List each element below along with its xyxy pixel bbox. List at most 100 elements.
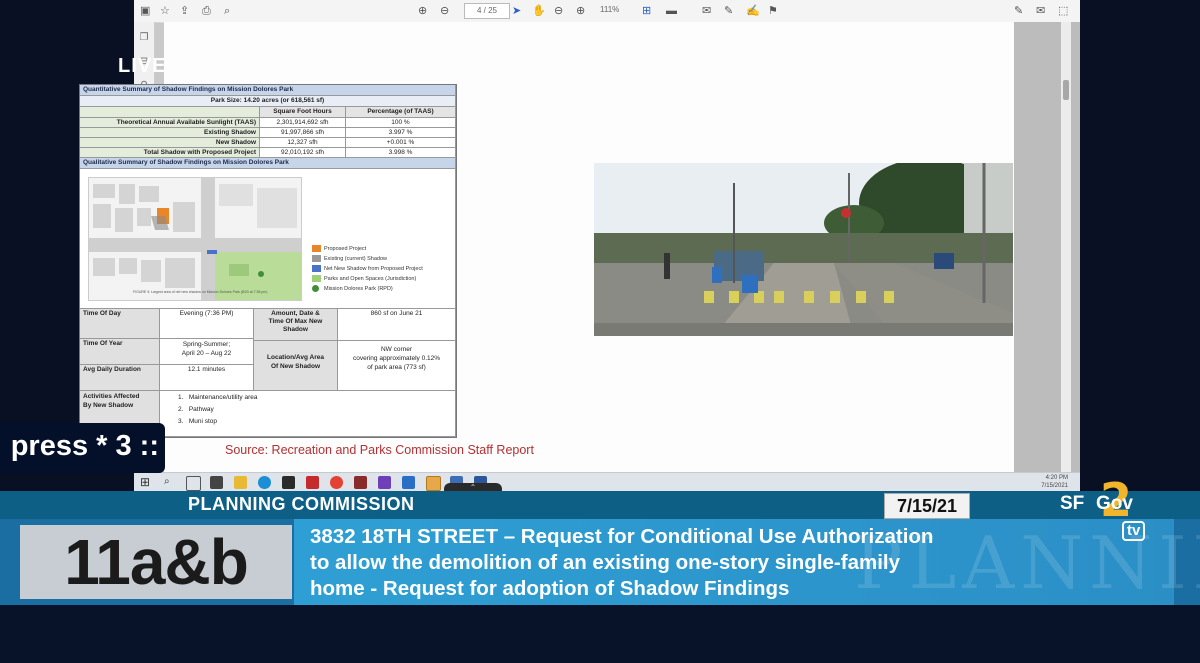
print-icon[interactable]: ⎙ [202,3,211,19]
street-photo [594,163,1013,336]
sfgovtv-logo: SF 2 Gov tv [1060,473,1180,551]
legend-swatch [312,285,319,292]
page-down-icon[interactable]: ⊖ [440,3,449,19]
location-value: NW corner covering approximately 0.12% of … [338,341,456,391]
row-sfh: 91,997,866 sfh [260,128,346,138]
zoom-out-icon[interactable]: ⊖ [554,3,563,19]
logo-sf: SF [1060,493,1085,514]
app-icon-2[interactable] [378,476,391,489]
taskbar-clock: 4:20 PM 7/15/2021 [1041,475,1068,489]
col-pct: Percentage (of TAAS) [346,107,456,118]
activities-list: 1. Maintenance/utility area 2. Pathway 3… [160,391,456,437]
activity-item: 2. Pathway [178,406,214,413]
row-label: Existing Shadow [80,128,260,138]
phone-ticker: press * 3 :: [0,423,165,473]
search-icon[interactable]: ⌕ [224,3,230,19]
app-icon-1[interactable] [354,476,367,489]
row-pct: 100 % [346,118,456,128]
hand-tool-icon[interactable]: ✋ [532,3,546,19]
windows-taskbar: ⊞ ⌕ 4:20 PM 7/15/2021 [134,472,1080,491]
legend-item: Net New Shadow from Proposed Project [312,265,423,275]
description-line-1: 3832 18TH STREET – Request for Condition… [310,525,934,548]
pen-icon[interactable]: ✎ [724,3,733,19]
lower-third-bottom-band [0,605,1200,663]
fit-page-icon[interactable]: ⊞ [642,3,651,19]
sign-icon[interactable]: ✍ [746,3,760,19]
taskbar-search-icon[interactable]: ⌕ [164,476,177,489]
legend-swatch [312,245,321,252]
col-sfh: Square Foot Hours [260,107,346,118]
time-of-day-label: Time Of Day [80,309,160,339]
bookmark-star-icon[interactable]: ☆ [160,3,170,19]
activity-item: 1. Maintenance/utility area [178,394,258,401]
legend-item: Parks and Open Spaces (Jurisdiction) [312,275,423,285]
duration-label: Avg Daily Duration [80,365,160,391]
edit-icon[interactable]: ✎ [1014,3,1023,19]
legend-swatch [312,255,321,262]
store-icon[interactable] [282,476,295,489]
amount-value: 860 sf on June 21 [338,309,456,341]
source-citation: Source: Recreation and Parks Commission … [225,443,534,457]
acrobat-icon[interactable] [306,476,319,489]
description-line-3: home - Request for adoption of Shadow Fi… [310,577,790,600]
time-of-year-label: Time Of Year [80,339,160,365]
amount-label: Amount, Date & Time Of Max New Shadow [254,309,338,341]
agenda-item-number: 11a&b [20,525,292,599]
row-pct: 3.998 % [346,148,456,158]
quant-title: Quantitative Summary of Shadow Findings … [80,85,456,96]
legend-swatch [312,275,321,282]
row-sfh: 12,327 sfh [260,138,346,148]
page-up-icon[interactable]: ⊕ [418,3,427,19]
select-cursor-icon[interactable]: ➤ [512,3,521,19]
zoom-level-select[interactable]: 111% [600,3,638,17]
duration-value: 12.1 minutes [160,365,254,391]
calculator-icon[interactable] [210,476,223,489]
row-label: Total Shadow with Proposed Project [80,148,260,158]
logo-tv: tv [1122,521,1146,541]
map-caption: FIGURE 9: Largest area of net new shadow… [133,290,268,294]
comment-icon[interactable]: ✉ [702,3,711,19]
live-indicator: LIVE [118,55,167,77]
row-pct: 3.997 % [346,128,456,138]
start-menu-icon[interactable]: ⊞ [140,476,150,489]
shadow-map: FIGURE 9: Largest area of net new shadow… [88,177,302,301]
active-app-icon[interactable] [426,476,441,491]
zoom-in-icon[interactable]: ⊕ [576,3,585,19]
stamp-icon[interactable]: ⚑ [768,3,778,19]
chrome-browser-icon[interactable] [330,476,343,489]
shadow-summary-table: Quantitative Summary of Shadow Findings … [79,84,457,438]
scrollbar-thumb[interactable] [1063,80,1069,100]
lower-third-top-band: PLANNING COMMISSION 7/15/21 [0,491,1200,519]
qual-title: Qualitative Summary of Shadow Findings o… [80,158,456,169]
page-number-field[interactable]: 4 / 25 [464,3,510,19]
legend-swatch [312,265,321,272]
pages-panel-icon[interactable]: ❐ [138,32,150,44]
legend-item: Existing (current) Shadow [312,255,423,265]
edge-browser-icon[interactable] [258,476,271,489]
mail-icon[interactable]: ✉ [1036,3,1045,19]
meeting-date: 7/15/21 [884,493,970,519]
description-line-2: to allow the demolition of an existing o… [310,551,901,574]
save-icon[interactable]: ▣ [140,3,150,19]
row-label: Theoretical Annual Available Sunlight (T… [80,118,260,128]
time-of-year-value: Spring-Summer; April 20 – Aug 22 [160,339,254,365]
agenda-description: PLANNING COMMISSION 3832 18TH STREET – R… [294,519,1200,605]
share-icon[interactable]: ⬚ [1058,3,1068,19]
outlook-icon[interactable] [402,476,415,489]
broadcast-lower-third: PLANNING COMMISSION 7/15/21 11a&b PLANNI… [0,473,1200,663]
map-legend: Proposed Project Existing (current) Shad… [312,245,423,295]
header-empty [80,107,260,118]
legend-item: Proposed Project [312,245,423,255]
time-of-day-value: Evening (7:36 PM) [160,309,254,339]
activity-item: 3. Muni stop [178,418,218,425]
row-sfh: 92,010,192 sfh [260,148,346,158]
viewer-toolbar: ▣ ☆ ⇪ ⎙ ⌕ ⊕ ⊖ 4 / 25 ➤ ✋ ⊖ ⊕ 111% ⊞ ▬ ✉ … [134,0,1080,23]
upload-icon[interactable]: ⇪ [180,3,189,19]
legend-item: Mission Dolores Park (RPD) [312,285,423,295]
location-label: Location/Avg Area Of New Shadow [254,341,338,391]
file-explorer-icon[interactable] [234,476,247,489]
task-view-icon[interactable] [186,476,201,491]
row-sfh: 2,301,914,692 sfh [260,118,346,128]
highlight-tool-icon[interactable]: ▬ [666,3,677,19]
row-label: New Shadow [80,138,260,148]
